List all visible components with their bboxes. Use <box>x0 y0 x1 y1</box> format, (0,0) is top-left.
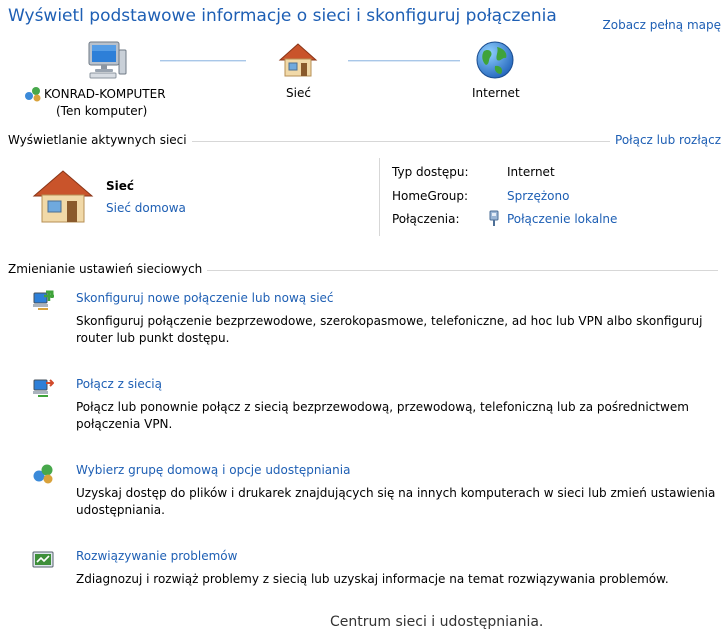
network-label: Sieć <box>286 86 311 100</box>
connect-network-icon <box>32 377 54 399</box>
internet-globe-icon[interactable] <box>475 40 515 80</box>
connect-disconnect-link[interactable]: Połącz lub rozłącz <box>610 133 721 147</box>
connections-label: Połączenia: <box>392 212 460 226</box>
page-title: Wyświetl podstawowe informacje o sieci i… <box>8 6 557 26</box>
computer-name-row[interactable]: KONRAD-KOMPUTER <box>24 86 166 102</box>
internet-label: Internet <box>472 86 520 100</box>
active-networks-heading: Wyświetlanie aktywnych sieci <box>8 133 192 147</box>
computer-icon[interactable] <box>86 40 128 80</box>
homegroup-label: HomeGroup: <box>392 189 469 203</box>
active-network-name: Sieć <box>106 179 135 193</box>
ethernet-icon <box>488 210 500 227</box>
local-connection-link[interactable]: Połączenie lokalne <box>507 212 617 226</box>
map-connector-right <box>348 60 460 62</box>
troubleshoot-desc: Zdiagnozuj i rozwiąż problemy z siecią l… <box>76 572 669 586</box>
access-type-label: Typ dostępu: <box>392 165 469 179</box>
homegroup-icon <box>24 86 42 102</box>
setup-new-connection-desc: Skonfiguruj połączenie bezprzewodowe, sz… <box>76 314 703 345</box>
computer-subtitle: (Ten komputer) <box>56 104 148 118</box>
homegroup-sharing-icon <box>32 463 54 485</box>
home-network-large-icon <box>32 168 94 224</box>
network-type-link[interactable]: Sieć domowa <box>106 201 186 215</box>
homegroup-sharing-link[interactable]: Wybierz grupę domową i opcje udostępnian… <box>76 463 350 477</box>
figure-caption: Centrum sieci i udostępniania. <box>330 614 544 630</box>
troubleshoot-icon <box>32 550 54 570</box>
access-type-value: Internet <box>507 165 555 179</box>
homegroup-value-link[interactable]: Sprzężono <box>507 189 569 203</box>
troubleshoot-link[interactable]: Rozwiązywanie problemów <box>76 549 237 563</box>
see-full-map-link[interactable]: Zobacz pełną mapę <box>603 18 721 32</box>
new-connection-icon <box>32 290 54 312</box>
setup-new-connection-link[interactable]: Skonfiguruj nowe połączenie lub nową sie… <box>76 291 334 305</box>
home-network-icon[interactable] <box>278 42 318 78</box>
computer-name: KONRAD-KOMPUTER <box>44 87 166 101</box>
homegroup-sharing-desc: Uzyskaj dostęp do plików i drukarek znaj… <box>76 486 716 517</box>
change-settings-heading: Zmienianie ustawień sieciowych <box>8 262 208 276</box>
network-info-divider <box>379 158 380 236</box>
connect-to-network-link[interactable]: Połącz z siecią <box>76 377 162 391</box>
map-connector-left <box>160 60 246 62</box>
connect-to-network-desc: Połącz lub ponownie połącz z siecią bezp… <box>76 400 689 431</box>
